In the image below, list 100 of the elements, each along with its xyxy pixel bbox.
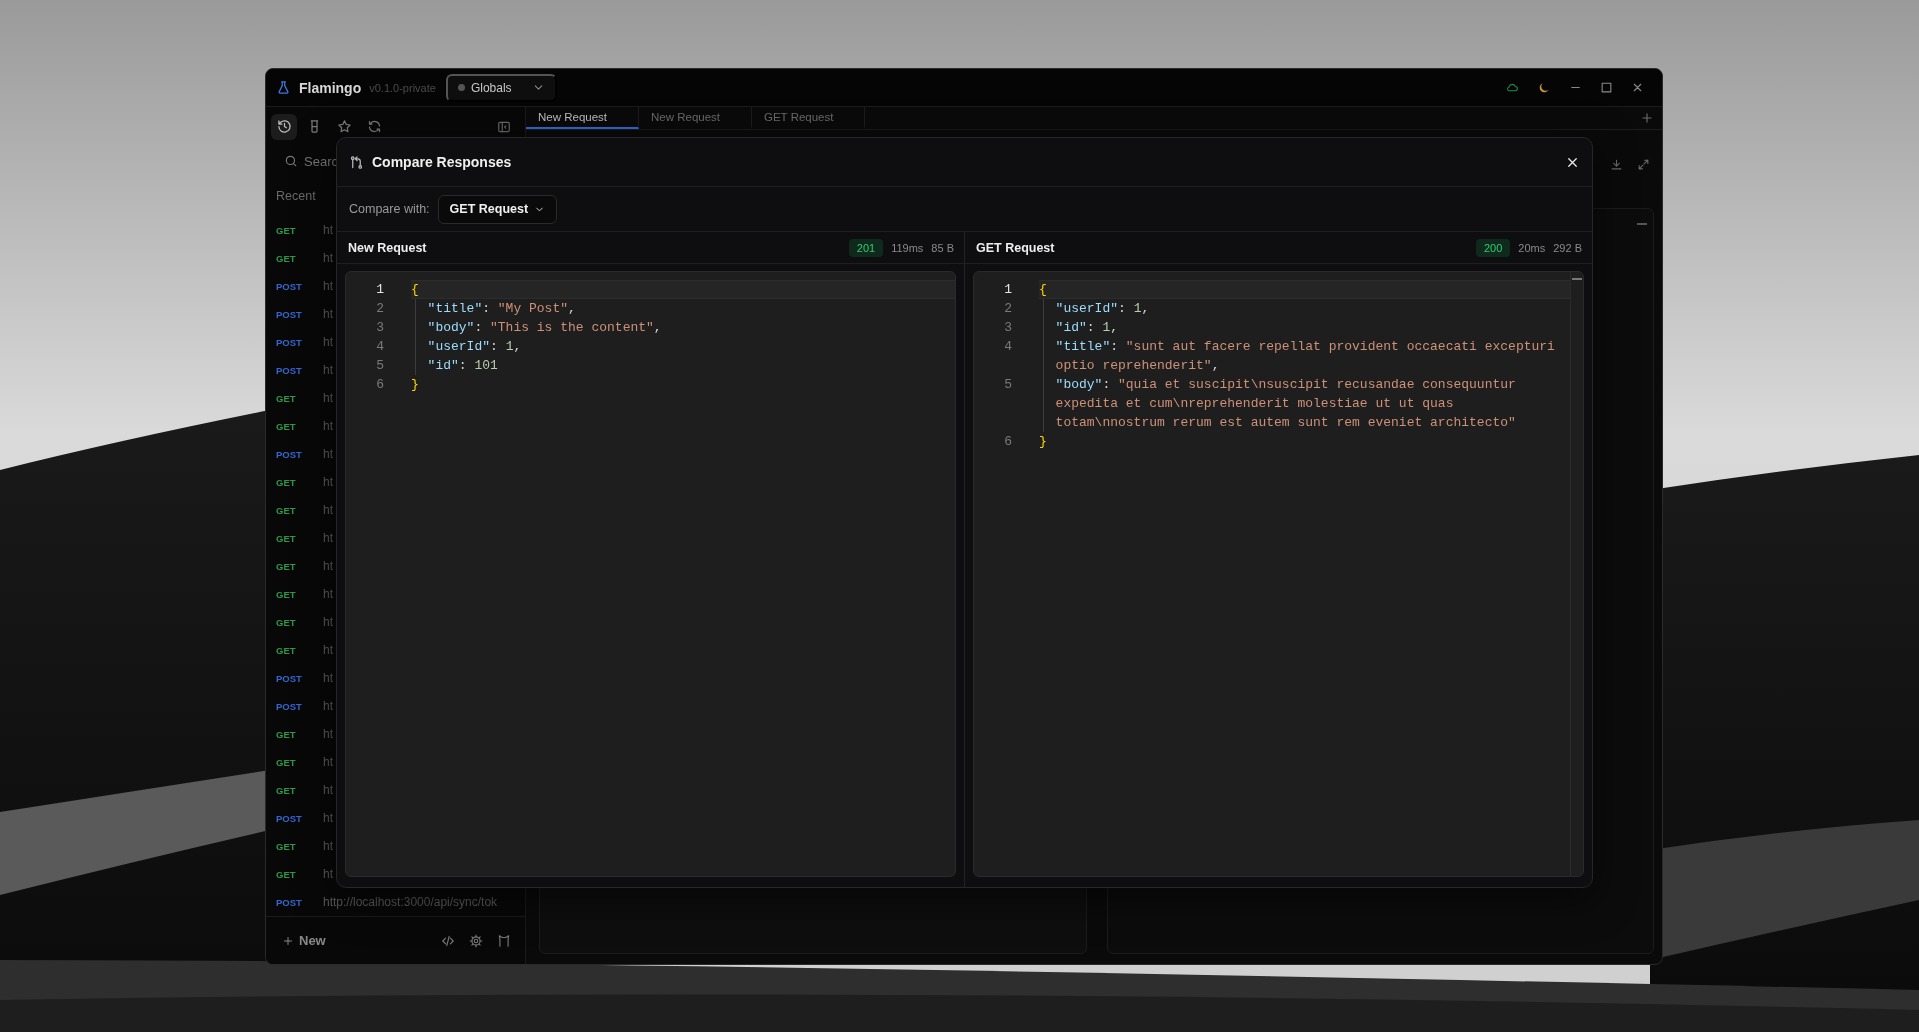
request-url[interactable]: ht (323, 783, 333, 797)
code-line: "id": 1, (1043, 318, 1555, 337)
line-number: 6 (375, 376, 385, 394)
response-time: 20ms (1518, 241, 1546, 254)
method-label: POST (276, 280, 303, 292)
request-url[interactable]: ht (323, 755, 333, 769)
request-url[interactable]: ht (323, 699, 333, 713)
method-label: GET (276, 868, 297, 880)
status-badge: 200 (1476, 238, 1511, 257)
line-number: 5 (375, 357, 385, 375)
app-name: Flamingo (299, 79, 362, 96)
code-icon[interactable] (441, 933, 455, 948)
code-line: "userId": 1, (1043, 299, 1555, 318)
new-button[interactable]: New (282, 933, 326, 948)
method-label: GET (276, 728, 297, 740)
method-label: GET (276, 420, 297, 432)
line-number: 2 (1003, 300, 1013, 318)
gear-icon[interactable] (469, 933, 483, 948)
line-number: 4 (1003, 338, 1013, 356)
request-url[interactable]: ht (323, 279, 333, 293)
method-label: GET (276, 784, 297, 796)
pane-title: New Request (348, 240, 427, 255)
request-url[interactable]: ht (323, 531, 333, 545)
expand-icon[interactable] (1637, 157, 1650, 171)
request-url[interactable]: ht (323, 727, 333, 741)
star-icon (336, 119, 352, 134)
code-line: "title": "My Post", (415, 299, 927, 318)
method-label: POST (276, 448, 303, 460)
line-number: 2 (375, 300, 385, 318)
plus-icon (282, 934, 294, 947)
request-tab[interactable]: New Request (639, 107, 752, 129)
code-line: "body": "This is the content", (415, 318, 927, 337)
method-label: GET (276, 756, 297, 768)
request-tab[interactable]: New Request (526, 107, 639, 129)
close-icon (1631, 81, 1644, 94)
code-line: "userId": 1, (415, 337, 927, 356)
code-line: } (1039, 433, 1048, 451)
request-url[interactable]: ht (323, 307, 333, 321)
method-label: POST (276, 364, 303, 376)
code-line: "title": "sunt aut facere repellat provident occaecati excepturi optio reprehenderit", (1043, 337, 1555, 375)
close-button[interactable] (1631, 81, 1644, 94)
request-url[interactable]: ht (323, 587, 333, 601)
refresh-icon (366, 119, 382, 134)
method-label: POST (276, 896, 303, 908)
compare-dropdown[interactable]: GET Request (437, 194, 558, 224)
line-number: 3 (375, 319, 385, 337)
pane-title: GET Request (976, 240, 1055, 255)
version-label: v0.1.0-private (369, 81, 436, 94)
maximize-button[interactable] (1600, 81, 1613, 94)
response-size: 85 B (931, 241, 954, 254)
panel-icon (497, 119, 511, 134)
method-label: POST (276, 336, 303, 348)
request-url[interactable]: ht (323, 475, 333, 489)
request-url[interactable]: http://localhost:3000/api/sync/tok (323, 895, 498, 909)
environment-dropdown[interactable]: Globals (445, 73, 557, 102)
request-url[interactable]: ht (323, 223, 333, 237)
method-label: GET (276, 644, 297, 656)
method-label: GET (276, 392, 297, 404)
flask-icon (276, 80, 291, 95)
cloud-icon[interactable] (1506, 81, 1519, 94)
request-url[interactable]: ht (323, 839, 333, 853)
response-time: 119ms (891, 241, 924, 254)
line-number: 1 (1003, 281, 1013, 299)
line-number: 4 (375, 338, 385, 356)
request-url[interactable]: ht (323, 671, 333, 685)
request-url[interactable]: ht (323, 811, 333, 825)
compare-icon (349, 154, 364, 170)
sidebar-tool-button[interactable] (271, 113, 297, 140)
request-url[interactable]: ht (323, 363, 333, 377)
request-url[interactable]: ht (323, 251, 333, 265)
method-label: GET (276, 560, 297, 572)
method-label: GET (276, 224, 297, 236)
line-number: 3 (1003, 319, 1013, 337)
request-url[interactable]: ht (323, 419, 333, 433)
request-tab[interactable]: GET Request (752, 107, 865, 129)
request-url[interactable]: ht (323, 335, 333, 349)
compare-label: Compare with: (349, 202, 430, 216)
request-url[interactable]: ht (323, 559, 333, 573)
request-url[interactable]: ht (323, 503, 333, 517)
section-title: Recent (276, 189, 316, 203)
request-url[interactable]: ht (323, 447, 333, 461)
request-url[interactable]: ht (323, 391, 333, 405)
line-number: 6 (1003, 433, 1013, 451)
maximize-icon (1600, 81, 1613, 94)
status-badge: 201 (848, 238, 884, 257)
search-field[interactable]: Searc (304, 153, 340, 169)
plus-icon (1640, 111, 1654, 125)
method-label: GET (276, 252, 297, 264)
code-line: } (411, 376, 420, 394)
history-icon (276, 119, 292, 134)
request-url[interactable]: ht (323, 867, 333, 881)
method-label: GET (276, 616, 297, 628)
line-number: 5 (1003, 376, 1013, 394)
line-number: 1 (375, 281, 385, 299)
request-url[interactable]: ht (323, 643, 333, 657)
method-label: GET (276, 532, 297, 544)
download-icon[interactable] (1610, 157, 1623, 171)
request-url[interactable]: ht (323, 615, 333, 629)
dialog-title: Compare Responses (372, 154, 512, 170)
scrollbar (1637, 223, 1647, 225)
